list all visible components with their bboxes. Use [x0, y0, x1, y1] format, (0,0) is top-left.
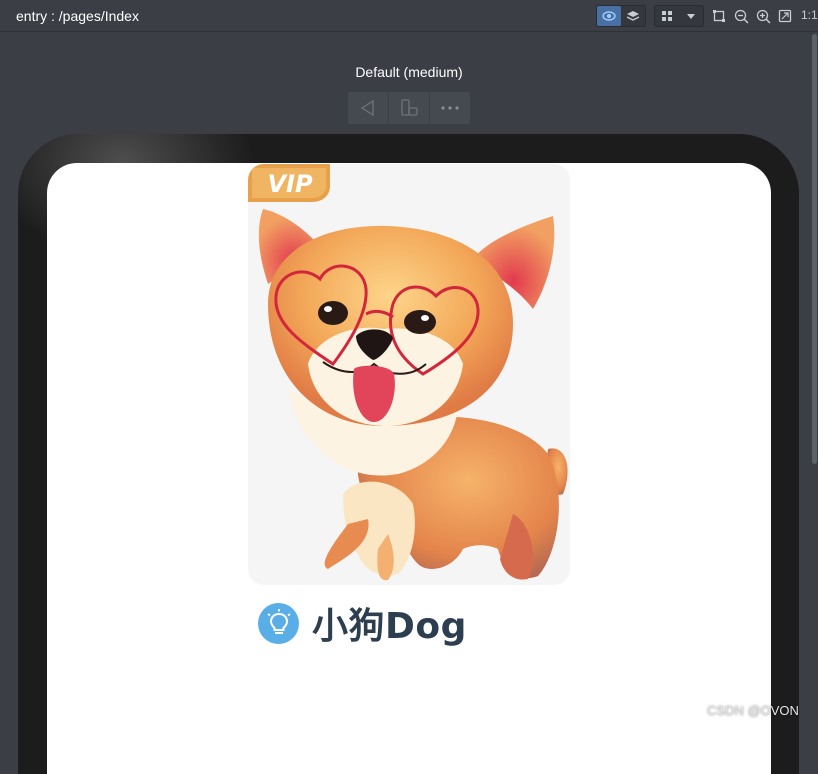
tablet-frame: VIP 小狗Dog: [18, 134, 799, 774]
more-icon: [441, 106, 459, 110]
view-mode-group: [596, 5, 646, 27]
back-button[interactable]: [348, 92, 389, 124]
zoom-in-icon: [756, 9, 771, 24]
previewer-toolbar: entry : /pages/Index 1:1: [0, 0, 818, 32]
watermark: CSDN @OVON: [707, 703, 799, 718]
grid-icon: [662, 11, 672, 21]
dog-image-card: VIP: [248, 164, 570, 585]
crop-button[interactable]: [710, 7, 728, 25]
chevron-down-icon: [687, 14, 695, 19]
dog-illustration: [248, 164, 568, 581]
layers-icon: [626, 11, 640, 21]
more-button[interactable]: [430, 92, 470, 124]
zoom-out-icon: [734, 9, 749, 24]
fit-icon: [778, 9, 792, 23]
rotate-button[interactable]: [389, 92, 430, 124]
rotate-icon: [401, 99, 418, 116]
eye-icon: [602, 11, 616, 21]
grid-button[interactable]: [655, 6, 679, 26]
lightbulb-icon: [258, 602, 299, 644]
actual-size-button[interactable]: 1:1: [801, 8, 818, 22]
crop-icon: [713, 10, 725, 22]
zoom-in-button[interactable]: [754, 7, 772, 25]
device-name-label: Default (medium): [355, 64, 463, 80]
caption-row: 小狗Dog: [258, 597, 467, 649]
fit-screen-button[interactable]: [776, 7, 794, 25]
component-dropdown[interactable]: [654, 5, 704, 27]
inspector-toggle-button[interactable]: [597, 6, 621, 26]
back-icon: [360, 99, 374, 117]
device-screen: VIP 小狗Dog: [47, 163, 771, 774]
device-controls: [348, 92, 470, 124]
page-path-title: entry : /pages/Index: [16, 8, 139, 24]
layers-button[interactable]: [621, 6, 645, 26]
vip-badge-label: VIP: [267, 170, 313, 198]
scrollbar-thumb[interactable]: [812, 34, 817, 464]
caption-text: 小狗Dog: [312, 606, 467, 647]
dropdown-button[interactable]: [679, 6, 703, 26]
zoom-out-button[interactable]: [732, 7, 750, 25]
